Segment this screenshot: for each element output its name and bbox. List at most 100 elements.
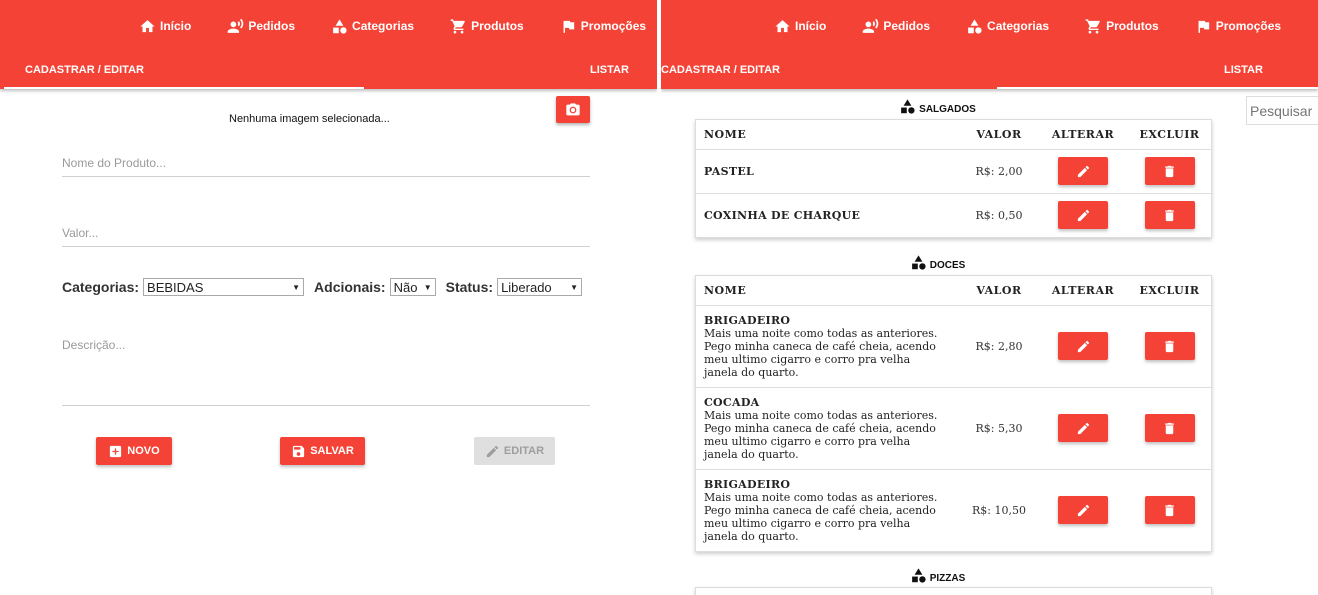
column-header-name: NOME [696, 120, 960, 150]
product-name: COXINHA DE CHARQUE [704, 208, 861, 222]
tab-cadastrar-editar[interactable]: CADASTRAR / EDITAR [25, 64, 144, 76]
edit-button[interactable]: EDITAR [474, 437, 555, 465]
edit-product-button[interactable] [1058, 201, 1108, 230]
select-image-button[interactable] [556, 96, 590, 123]
column-header-edit: ALTERAR [1038, 120, 1128, 150]
new-button[interactable]: NOVO [96, 437, 172, 465]
nav-item-pedidos[interactable]: Pedidos [227, 18, 295, 35]
table-header-row: NOME VALOR ALTERAR EXCLUIR [696, 120, 1211, 150]
edit-product-button[interactable] [1058, 414, 1108, 442]
delete-product-button[interactable] [1144, 332, 1195, 360]
product-value: R$: 2,00 [960, 149, 1038, 194]
product-name-field [62, 154, 590, 177]
nav-label: Promoções [580, 19, 647, 33]
nav-label: Produtos [1106, 19, 1159, 33]
product-list-panel: Início Pedidos Categorias Produtos Promo… [661, 0, 1318, 595]
cart-icon [450, 18, 465, 34]
column-header-value: VALOR [960, 120, 1038, 150]
nav-item-inicio[interactable]: Início [774, 18, 826, 35]
nav-item-pedidos[interactable]: Pedidos [862, 18, 930, 35]
status-select[interactable]: Liberado ▼ [497, 278, 583, 296]
nav-item-produtos[interactable]: Produtos [450, 18, 524, 35]
person-voice-icon [228, 18, 244, 33]
column-header-delete: EXCLUIR [1128, 276, 1211, 306]
add-box-icon [110, 445, 122, 457]
product-value: R$: 2,80 [960, 305, 1038, 388]
categories-select[interactable]: BEBIDAS ▼ [143, 278, 305, 296]
edit-product-button[interactable] [1058, 332, 1108, 360]
flag-icon [563, 20, 574, 33]
products-table: NOME VALOR ALTERAR EXCLUIR BRIGADEIRO Ma… [696, 276, 1211, 551]
pencil-icon [1077, 504, 1089, 516]
no-image-text: Nenhuma imagem selecionada... [229, 113, 390, 125]
nav-item-categorias[interactable]: Categorias [966, 18, 1049, 35]
value-input[interactable] [62, 226, 590, 240]
product-description: Mais uma noite como todas as anteriores.… [704, 408, 938, 461]
description-input[interactable] [62, 338, 590, 380]
additionals-select-value: Não [393, 279, 418, 295]
additionals-label: Adcionais: [314, 279, 386, 295]
table-row: PASTEL R$: 2,00 [696, 149, 1211, 194]
table-row: BRIGADEIRO Mais uma noite como todas as … [696, 469, 1211, 551]
product-value: R$: 0,50 [975, 208, 1023, 222]
nav-label: Início [160, 19, 192, 33]
nav-label: Pedidos [883, 19, 931, 33]
edit-product-button[interactable] [1058, 157, 1108, 185]
nav-item-categorias[interactable]: Categorias [331, 18, 414, 35]
pencil-icon [486, 445, 499, 457]
tab-listar[interactable]: LISTAR [590, 64, 629, 76]
new-button-label: NOVO [127, 445, 160, 457]
dropdown-arrow-icon: ▼ [570, 282, 579, 292]
tab-listar[interactable]: LISTAR [1224, 64, 1263, 76]
product-description: Mais uma noite como todas as anteriores.… [704, 490, 938, 543]
description-field [62, 338, 590, 406]
trash-icon [1165, 340, 1174, 352]
category-title-label: PIZZAS [929, 573, 966, 584]
category-card-salgados: NOME VALOR ALTERAR EXCLUIR PASTEL R$: 2,… [695, 119, 1212, 238]
product-form-panel: Início Pedidos Categorias Produtos Promo… [0, 0, 657, 595]
product-name: BRIGADEIRO [704, 477, 791, 491]
nav-label: Início [795, 19, 827, 33]
category-title-salgados: SALGADOS [661, 98, 1214, 115]
search-input[interactable] [1246, 96, 1318, 125]
nav-item-inicio[interactable]: Início [139, 18, 191, 35]
trash-icon [1165, 422, 1174, 434]
category-card-doces: NOME VALOR ALTERAR EXCLUIR BRIGADEIRO Ma… [695, 275, 1212, 552]
pencil-icon [1077, 422, 1089, 434]
edit-button-label: EDITAR [503, 445, 545, 457]
column-header-value: VALOR [960, 276, 1038, 306]
delete-product-button[interactable] [1144, 414, 1195, 442]
delete-product-button[interactable] [1144, 201, 1195, 230]
main-nav: Início Pedidos Categorias Produtos Promo… [139, 0, 657, 52]
product-value: R$: 5,30 [960, 387, 1038, 470]
nav-item-promocoes[interactable]: Promoções [1195, 18, 1281, 35]
home-icon [775, 19, 790, 32]
product-name-input[interactable] [62, 156, 590, 170]
pencil-icon [1077, 340, 1089, 352]
shapes-icon [911, 568, 926, 583]
camera-icon [566, 102, 580, 115]
nav-item-promocoes[interactable]: Promoções [560, 18, 646, 35]
edit-product-button[interactable] [1058, 496, 1108, 525]
delete-product-button[interactable] [1144, 496, 1195, 525]
save-button-label: SALVAR [310, 445, 354, 457]
nav-item-produtos[interactable]: Produtos [1085, 18, 1159, 35]
tab-cadastrar-editar[interactable]: CADASTRAR / EDITAR [661, 64, 780, 76]
status-label: Status: [445, 279, 494, 295]
categories-select-value: BEBIDAS [147, 279, 204, 295]
additionals-select[interactable]: Não ▼ [389, 278, 436, 296]
nav-label: Promoções [1215, 19, 1282, 33]
nav-label: Categorias [987, 19, 1050, 33]
table-row: BRIGADEIRO Mais uma noite como todas as … [696, 305, 1211, 388]
status-select-value: Liberado [501, 279, 552, 295]
delete-product-button[interactable] [1144, 157, 1195, 185]
category-title-doces: DOCES [661, 254, 1214, 271]
product-description: Mais uma noite como todas as anteriores.… [704, 326, 938, 379]
column-header-delete: EXCLUIR [1128, 120, 1211, 150]
save-icon [293, 445, 305, 457]
nav-label: Pedidos [248, 19, 296, 33]
app-header: Início Pedidos Categorias Produtos Promo… [0, 0, 657, 89]
cart-icon [1085, 18, 1100, 34]
save-button[interactable]: SALVAR [280, 437, 365, 465]
selects-row: Categorias: BEBIDAS ▼ Adcionais: Não ▼ S… [62, 278, 592, 296]
